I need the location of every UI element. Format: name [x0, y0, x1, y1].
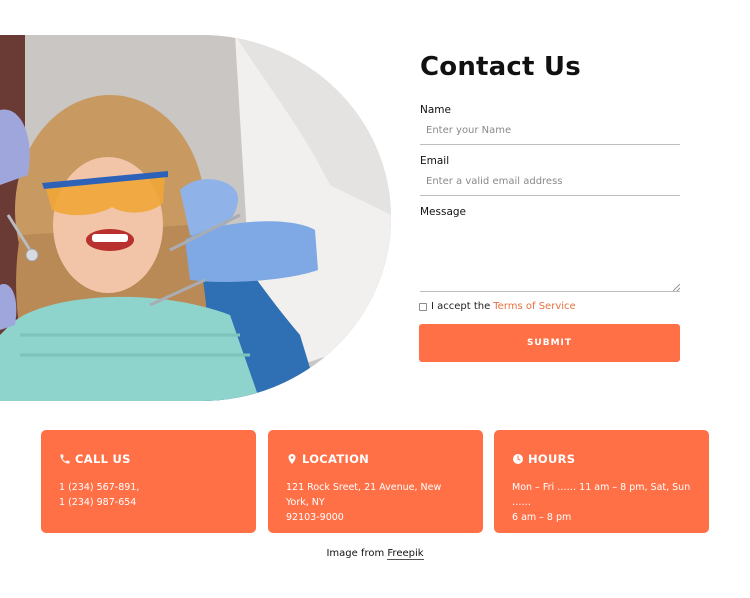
phone-number-2: 1 (234) 987-654: [59, 497, 137, 508]
image-credit: Image from Freepik: [0, 548, 750, 560]
credit-prefix: Image from: [326, 548, 385, 559]
hours-line-2: 6 am – 8 pm: [512, 512, 572, 523]
phone-number-1: 1 (234) 567-891,: [59, 482, 140, 493]
call-us-title: CALL US: [75, 452, 131, 466]
hours-card: HOURS Mon – Fri …… 11 am – 8 pm, Sat, Su…: [494, 430, 709, 533]
location-pin-icon: [288, 454, 296, 464]
hours-line-1: Mon – Fri …… 11 am – 8 pm, Sat, Sun ……: [512, 482, 691, 508]
call-us-card: CALL US 1 (234) 567-891, 1 (234) 987-654: [41, 430, 256, 533]
terms-checkbox[interactable]: [419, 302, 427, 311]
location-heading: LOCATION: [286, 452, 465, 466]
clock-icon: [513, 454, 523, 464]
name-input[interactable]: [420, 117, 680, 145]
message-textarea[interactable]: [420, 224, 680, 292]
dental-patient-illustration: [0, 35, 391, 401]
address-line-1: 121 Rock Sreet, 21 Avenue, New York, NY: [286, 482, 442, 508]
hours-heading: HOURS: [512, 452, 691, 466]
call-us-heading: CALL US: [59, 452, 238, 466]
name-label: Name: [420, 104, 451, 116]
phone-icon: [60, 454, 70, 464]
location-card: LOCATION 121 Rock Sreet, 21 Avenue, New …: [268, 430, 483, 533]
freepik-link[interactable]: Freepik: [387, 548, 424, 560]
address-line-2: 92103-9000: [286, 512, 344, 523]
hero-image: [0, 35, 391, 401]
terms-text: I accept the: [431, 301, 491, 312]
hours-title: HOURS: [528, 452, 576, 466]
terms-link[interactable]: Terms of Service: [493, 301, 575, 312]
resize-handle-icon[interactable]: [673, 284, 680, 291]
page-title: Contact Us: [420, 52, 581, 82]
location-title: LOCATION: [302, 452, 370, 466]
email-input[interactable]: [420, 168, 680, 196]
terms-row: I accept the Terms of Service: [419, 301, 576, 312]
submit-button[interactable]: SUBMIT: [419, 324, 680, 362]
message-label: Message: [420, 206, 467, 218]
email-label: Email: [420, 155, 450, 167]
